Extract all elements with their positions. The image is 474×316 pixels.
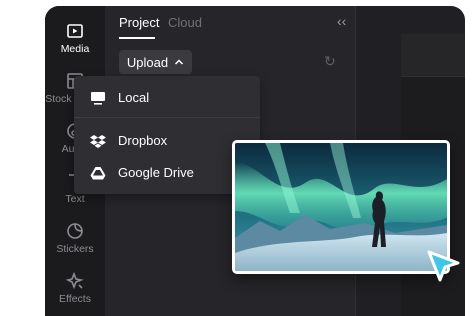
dropdown-item-local[interactable]: Local [90, 90, 149, 105]
active-tab-indicator [119, 37, 155, 39]
google-drive-icon [90, 166, 106, 179]
upload-button[interactable]: Upload [119, 50, 192, 74]
tab-cloud[interactable]: Cloud [168, 15, 202, 30]
sidebar-item-label: Stickers [56, 243, 94, 255]
sidebar-item-label: Media [60, 43, 90, 55]
pointer-cursor-icon [427, 250, 460, 282]
sidebar-item-media[interactable]: Media [45, 21, 105, 55]
canvas-toolbar [401, 34, 465, 77]
sidebar-item-stickers[interactable]: Stickers [45, 221, 105, 255]
tab-project[interactable]: Project [119, 15, 159, 30]
upload-button-label: Upload [126, 54, 169, 70]
chevron-up-icon [175, 59, 184, 65]
dropdown-item-dropbox[interactable]: Dropbox [90, 133, 167, 148]
dropdown-divider [74, 117, 260, 118]
dropbox-icon [90, 134, 106, 148]
refresh-icon[interactable]: ↻ [324, 53, 336, 70]
sidebar-item-effects[interactable]: Effects [45, 271, 105, 305]
sidebar-item-label: Text [65, 193, 85, 205]
aurora-photo[interactable] [232, 140, 450, 274]
dropdown-item-google-drive[interactable]: Google Drive [90, 165, 194, 180]
effects-icon [45, 271, 105, 291]
monitor-icon [91, 91, 105, 105]
stickers-icon [45, 221, 105, 241]
aurora-photo-image [235, 143, 447, 271]
sidebar-item-label: Effects [59, 293, 91, 305]
dropdown-item-label: Dropbox [118, 133, 168, 148]
dropdown-item-label: Local [118, 90, 150, 105]
media-icon [45, 21, 105, 41]
dropdown-item-label: Google Drive [118, 165, 194, 180]
double-chevron-left-icon[interactable]: ‹‹ [337, 13, 346, 29]
